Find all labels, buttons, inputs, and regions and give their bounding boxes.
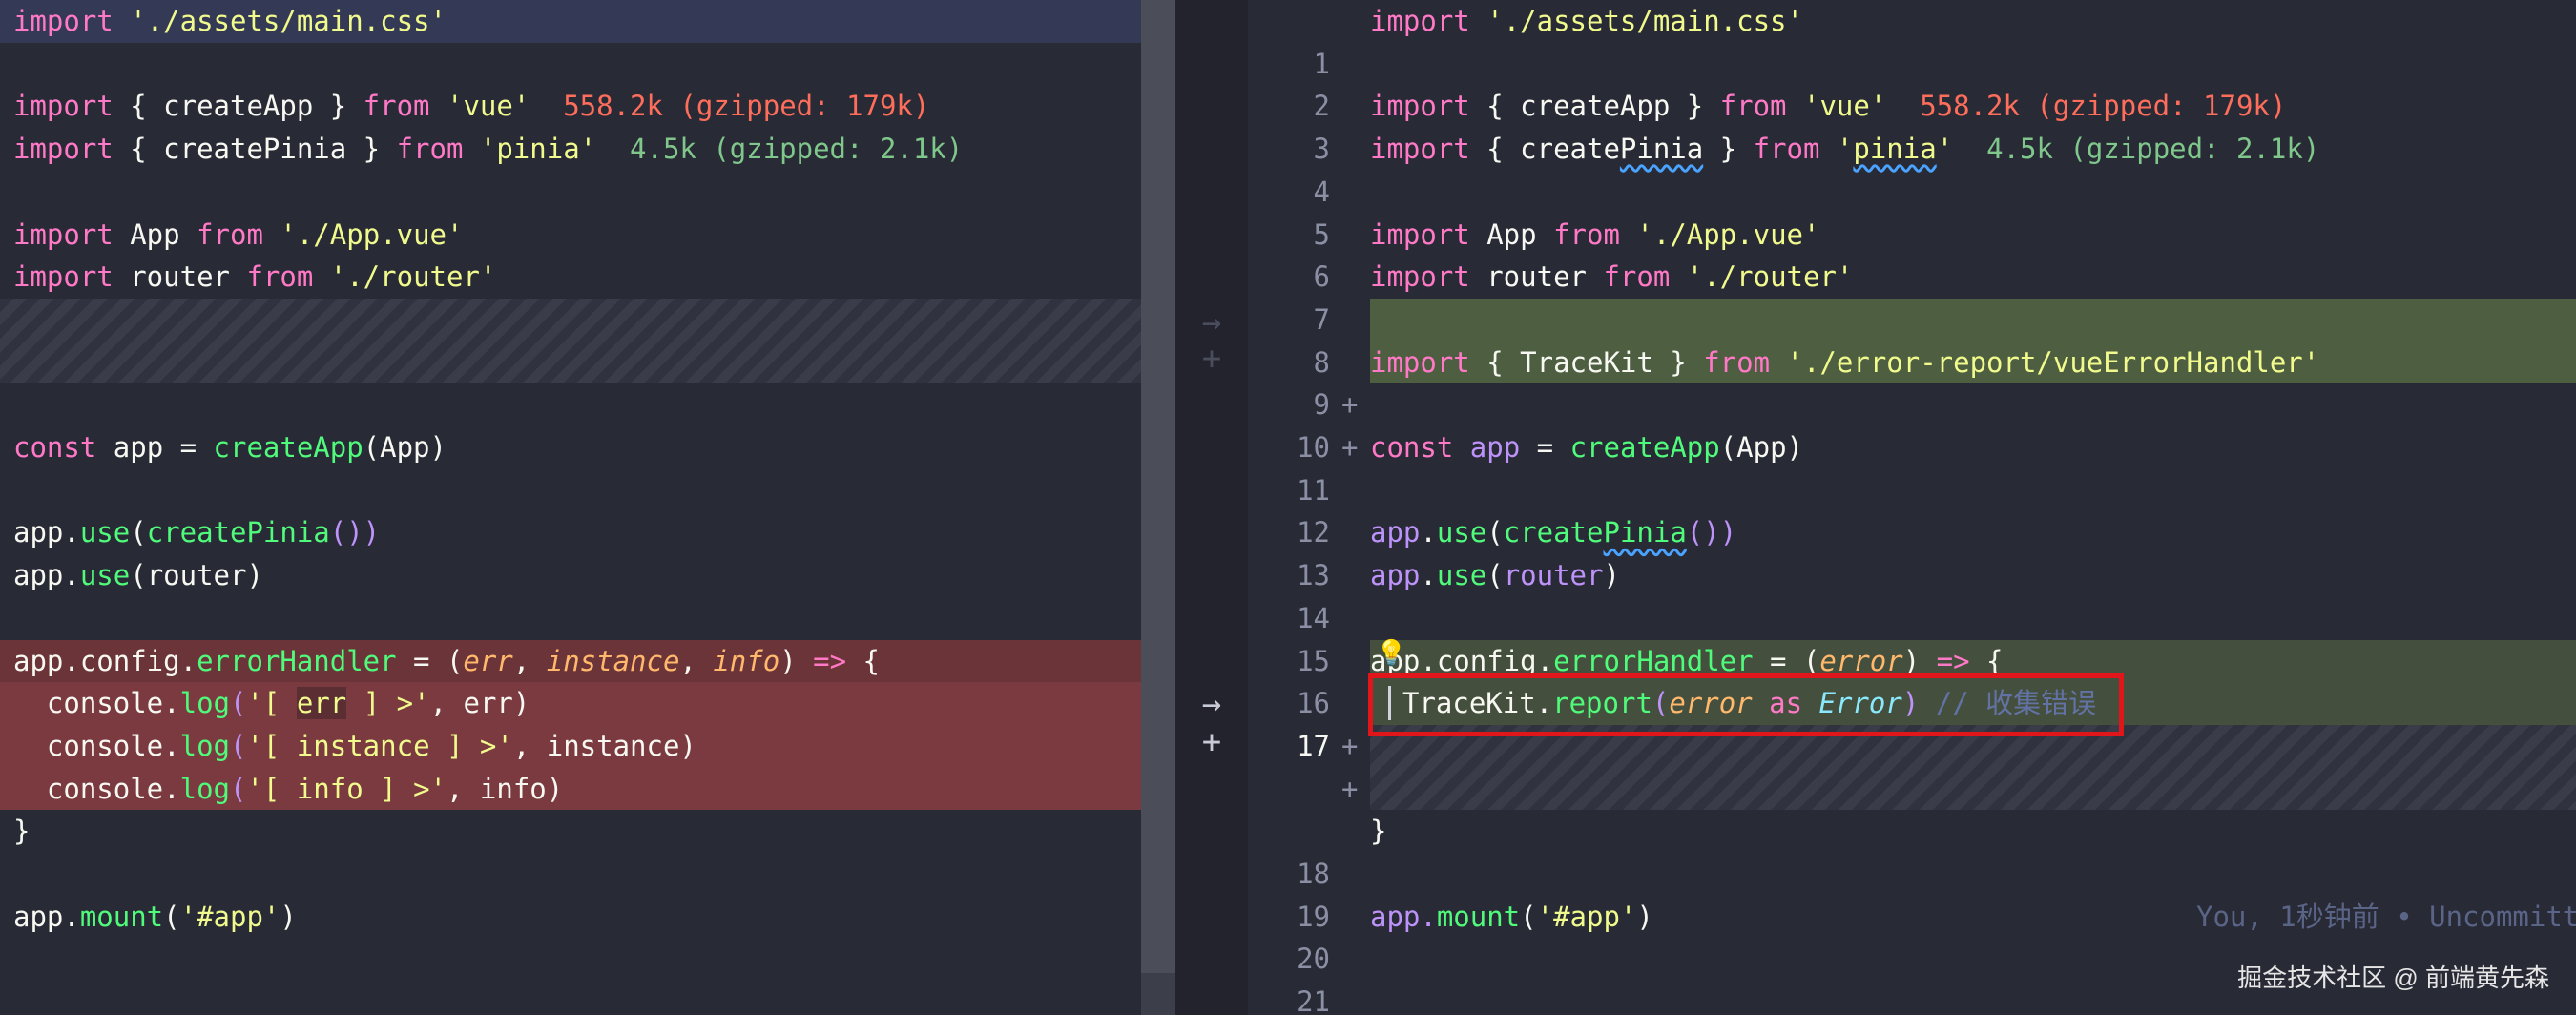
- deleted-line[interactable]: console.log('[ info ] >', info): [0, 767, 1175, 811]
- revert-arrow-icon[interactable]: →: [1193, 303, 1231, 342]
- import-cost: 558.2k (gzipped: 179k): [563, 90, 930, 123]
- deleted-line[interactable]: console.log('[ err ] >', err): [0, 682, 1175, 725]
- code-line[interactable]: 11 const app = createApp(App): [1248, 426, 2576, 507]
- code-line[interactable]: 2: [1248, 43, 2576, 122]
- left-editor-pane[interactable]: import './assets/main.css' import { crea…: [0, 0, 1175, 1015]
- added-line[interactable]: 8 +: [1248, 298, 2576, 421]
- right-editor-pane[interactable]: 1 import './assets/main.css' 2 3 import …: [1248, 0, 2576, 1015]
- code-line[interactable]: import router from './router': [0, 256, 1175, 299]
- code-line[interactable]: 4 import { createPinia } from 'pinia' 4.…: [1248, 128, 2576, 208]
- code-line[interactable]: 18 }: [1248, 810, 2576, 890]
- code-line[interactable]: 1 import './assets/main.css': [1248, 0, 2576, 80]
- code-line[interactable]: 14 app.use(router): [1248, 554, 2576, 634]
- added-background: [1370, 298, 2576, 342]
- left-scrollbar-thumb[interactable]: [1141, 0, 1175, 973]
- highlight-annotation-box: [1368, 673, 2124, 736]
- code-line[interactable]: 12: [1248, 469, 2576, 549]
- import-cost: 558.2k (gzipped: 179k): [1920, 90, 2287, 123]
- line-number: 21: [1297, 985, 1330, 1015]
- code-line[interactable]: 20 app.mount('#app'): [1248, 896, 2576, 976]
- code-line[interactable]: 13 app.use(createPinia()): [1248, 511, 2576, 591]
- code-line[interactable]: import App from './App.vue': [0, 214, 1175, 257]
- code-line[interactable]: app.mount('#app'): [0, 896, 1175, 939]
- added-line[interactable]: 9 + import { TraceKit } from './error-re…: [1248, 341, 2576, 464]
- import-cost: 4.5k (gzipped: 2.1k): [1986, 133, 2320, 166]
- diff-placeholder-hatch: [0, 298, 1175, 384]
- import-cost: 4.5k (gzipped: 2.1k): [630, 133, 964, 166]
- code-line[interactable]: import './assets/main.css': [0, 0, 1175, 43]
- added-marker: +: [1341, 772, 1359, 805]
- deleted-line[interactable]: app.config.errorHandler = (err, instance…: [0, 639, 1175, 683]
- code-line[interactable]: }: [0, 810, 1175, 853]
- watermark: 掘金技术社区 @ 前端黄先森: [2237, 963, 2549, 992]
- insert-plus-icon[interactable]: +: [1193, 723, 1231, 761]
- code-line[interactable]: 10: [1248, 383, 2576, 464]
- code-line[interactable]: 7 import router from './router': [1248, 256, 2576, 336]
- code-line[interactable]: app.use(createPinia()): [0, 511, 1175, 554]
- code-line[interactable]: import { createPinia } from 'pinia' 4.5k…: [0, 128, 1175, 171]
- code-line[interactable]: 6 import App from './App.vue': [1248, 214, 2576, 294]
- code-line[interactable]: app.use(router): [0, 554, 1175, 597]
- code-line[interactable]: 19: [1248, 853, 2576, 933]
- insert-plus-icon[interactable]: +: [1193, 340, 1231, 378]
- code-line[interactable]: 3 import { createApp } from 'vue' 558.2k…: [1248, 85, 2576, 165]
- code-line[interactable]: const app = createApp(App): [0, 426, 1175, 469]
- deleted-line[interactable]: console.log('[ instance ] >', instance): [0, 724, 1175, 768]
- diff-placeholder-hatch: [1370, 724, 2576, 811]
- line-number: 17: [1297, 729, 1330, 762]
- diff-gutter: → + → +: [1175, 0, 1248, 1015]
- lightbulb-icon[interactable]: 💡: [1376, 639, 1406, 668]
- code-line[interactable]: 15: [1248, 597, 2576, 677]
- revert-arrow-icon[interactable]: →: [1193, 685, 1231, 723]
- code-line[interactable]: import { createApp } from 'vue' 558.2k (…: [0, 85, 1175, 128]
- code-line[interactable]: 5: [1248, 171, 2576, 251]
